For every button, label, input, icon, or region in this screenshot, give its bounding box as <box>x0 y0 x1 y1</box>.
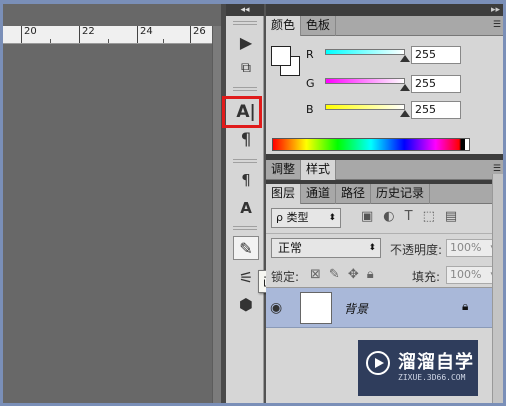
layers-scrollbar[interactable] <box>492 174 503 403</box>
tab-channels[interactable]: 通道 <box>301 184 337 204</box>
layer-filter-label: ρ 类型 <box>276 211 309 224</box>
collapse-dock-button[interactable]: ◂◂ <box>226 4 264 16</box>
watermark-logo: 溜溜自学 ZIXUE.3D66.COM <box>358 340 478 396</box>
watermark-title: 溜溜自学 <box>398 352 474 373</box>
highlight-box <box>222 96 262 128</box>
panel-menu-icon[interactable]: ☰ <box>493 20 501 30</box>
canvas-scrollbar[interactable] <box>212 26 221 403</box>
adjustments-icon[interactable]: ⚟ <box>233 265 259 289</box>
lock-options: ⊠ ✎ ✥ 🔒︎ <box>310 267 374 282</box>
adjustments-panel-tabs: 调整 样式 ☰ <box>266 160 503 180</box>
shape-filter-icon[interactable]: ⬚ <box>423 209 435 224</box>
opacity-value: 100% <box>450 241 482 254</box>
blue-slider-track[interactable] <box>325 104 405 110</box>
blend-mode-value: 正常 <box>278 241 303 255</box>
fill-value: 100% <box>450 268 482 281</box>
green-channel-row: G 255 <box>306 75 501 97</box>
lock-position-icon[interactable]: ✥ <box>348 267 359 282</box>
ruler-tick: 26 <box>193 26 206 37</box>
tab-styles[interactable]: 样式 <box>301 160 337 180</box>
tab-paths[interactable]: 路径 <box>336 184 372 204</box>
ruler-tick: 22 <box>82 26 95 37</box>
paragraph-styles-icon[interactable]: ¶ <box>233 168 259 192</box>
blend-mode-row: 正常 ⬍ 不透明度: 100% ▾ <box>266 234 500 262</box>
layer-filter-icons: ▣ ◐ T ⬚ ▤ <box>361 209 457 224</box>
green-label: G <box>306 77 315 90</box>
horizontal-ruler: 20 22 24 26 <box>3 26 212 44</box>
blue-slider-thumb[interactable] <box>400 110 410 117</box>
tab-color[interactable]: 颜色 <box>266 16 302 36</box>
document-canvas[interactable]: 20 22 24 26 <box>3 4 221 403</box>
3d-cube-icon[interactable]: ⬢ <box>233 292 259 316</box>
ruler-tick: 20 <box>24 26 37 37</box>
chevron-down-icon: ⬍ <box>328 213 336 223</box>
lock-label: 锁定: <box>271 270 300 284</box>
watermark-url: ZIXUE.3D66.COM <box>398 373 466 382</box>
dock-grip[interactable] <box>233 159 257 163</box>
dock-grip[interactable] <box>233 21 257 25</box>
layer-filter-select[interactable]: ρ 类型 ⬍ <box>271 208 341 228</box>
dock-grip[interactable] <box>233 87 257 91</box>
tab-layers[interactable]: 图层 <box>266 184 302 204</box>
green-value-input[interactable]: 255 <box>411 75 461 93</box>
layers-panel-body: ρ 类型 ⬍ ▣ ◐ T ⬚ ▤ 正常 ⬍ 不透明度: 100% ▾ <box>266 204 500 328</box>
lock-icon: 🔒︎ <box>462 299 469 313</box>
panel-menu-icon[interactable]: ☰ <box>493 164 501 174</box>
adjustment-filter-icon[interactable]: ◐ <box>383 209 394 224</box>
eye-icon[interactable]: ◉ <box>270 300 282 316</box>
green-slider-thumb[interactable] <box>400 84 410 91</box>
layer-name[interactable]: 背景 <box>344 300 368 317</box>
play-icon[interactable]: ▶ <box>233 30 259 54</box>
layer-filter-bar: ρ 类型 ⬍ ▣ ◐ T ⬚ ▤ <box>266 204 500 234</box>
red-slider-thumb[interactable] <box>400 55 410 62</box>
ruler-tick: 24 <box>140 26 153 37</box>
panel-icon-dock: ◂◂ ▶ ⧉ A| ¶ ¶ A ✎ ⚟ ⬢ <box>222 4 264 403</box>
blue-label: B <box>306 103 314 116</box>
green-slider-track[interactable] <box>325 78 405 84</box>
character-styles-icon[interactable]: A <box>233 196 259 220</box>
brush-icon[interactable]: ✎ <box>233 236 259 260</box>
pixel-filter-icon[interactable]: ▣ <box>361 209 373 224</box>
3d-object-icon[interactable]: ⧉ <box>233 56 259 80</box>
lock-all-icon[interactable]: 🔒︎ <box>367 267 374 282</box>
blend-mode-select[interactable]: 正常 ⬍ <box>271 238 381 258</box>
red-value-input[interactable]: 255 <box>411 46 461 64</box>
red-slider-track[interactable] <box>325 49 405 55</box>
color-panel-tabs: 颜色 色板 ☰ <box>266 16 503 36</box>
dock-grip[interactable] <box>233 226 257 230</box>
lock-pixels-icon[interactable]: ✎ <box>329 267 340 282</box>
red-label: R <box>306 48 314 61</box>
opacity-label: 不透明度: <box>390 243 443 257</box>
collapse-panels-button[interactable]: ▸▸ <box>266 4 503 16</box>
layers-panel-tabs: 图层 通道 路径 历史记录 ☰ <box>266 184 503 204</box>
chevron-down-icon: ⬍ <box>368 243 376 253</box>
lock-transparency-icon[interactable]: ⊠ <box>310 267 321 282</box>
tab-adjustments[interactable]: 调整 <box>266 160 302 180</box>
type-filter-icon[interactable]: T <box>405 209 413 224</box>
smart-object-filter-icon[interactable]: ▤ <box>445 209 457 224</box>
red-channel-row: R 255 <box>306 46 501 68</box>
layer-thumbnail <box>300 292 332 324</box>
play-logo-icon <box>366 351 390 375</box>
color-panel: R 255 G 255 B 255 <box>266 36 503 154</box>
layer-row-background[interactable]: ◉ 背景 🔒︎ <box>266 288 492 328</box>
blue-channel-row: B 255 <box>306 101 501 123</box>
fill-label: 填充: <box>412 270 441 284</box>
foreground-color-swatch[interactable] <box>271 46 291 66</box>
lock-row: 锁定: ⊠ ✎ ✥ 🔒︎ 填充: 100% ▾ <box>266 262 500 288</box>
tab-swatches[interactable]: 色板 <box>301 16 337 36</box>
color-spectrum-ramp[interactable] <box>272 138 470 151</box>
blue-value-input[interactable]: 255 <box>411 101 461 119</box>
paragraph-panel-icon[interactable]: ¶ <box>233 128 259 152</box>
tab-history[interactable]: 历史记录 <box>371 184 431 204</box>
